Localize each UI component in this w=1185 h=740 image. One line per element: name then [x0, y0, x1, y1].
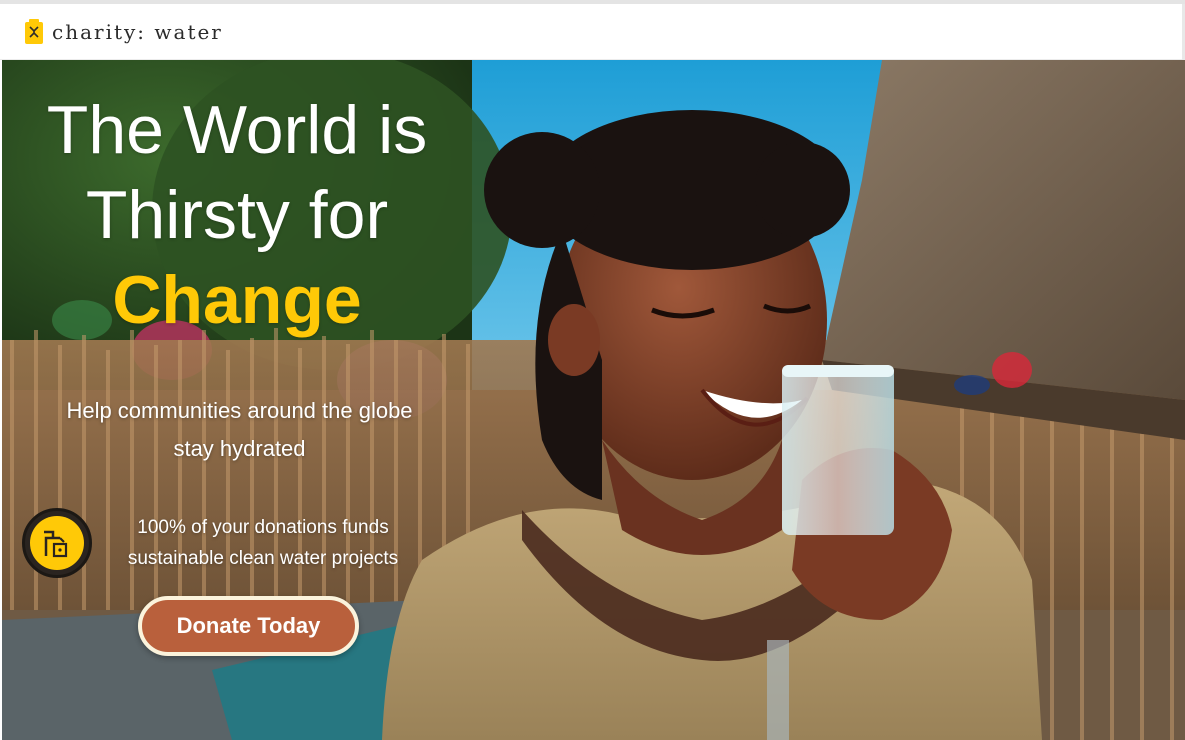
water-pump-icon [44, 530, 68, 558]
logo-link[interactable]: charity: water [24, 18, 223, 45]
donate-today-button[interactable]: Donate Today [138, 596, 359, 656]
headline-line-1: The World is [46, 92, 428, 168]
logo-text: charity: water [52, 19, 223, 44]
subhead-line-1: Help communities around the globe [66, 398, 413, 423]
hero-subhead: Help communities around the globe stay h… [12, 392, 467, 468]
headline-line-2: Thirsty for [85, 177, 389, 253]
site-header: charity: water [0, 4, 1185, 60]
jerry-can-icon [25, 18, 43, 44]
donation-promise: 100% of your donations funds sustainable… [22, 507, 472, 579]
water-pump-badge [22, 508, 92, 578]
subhead-line-2: stay hydrated [173, 436, 306, 461]
badge-line-2: sustainable clean water projects [127, 548, 399, 569]
badge-line-1: 100% of your donations funds [137, 517, 389, 538]
donation-promise-text: 100% of your donations funds sustainable… [98, 512, 428, 574]
hero-headline: The World is Thirsty for Change [2, 88, 472, 343]
headline-accent: Change [112, 262, 362, 338]
hero-section: The World is Thirsty for Change Help com… [2, 60, 1185, 740]
